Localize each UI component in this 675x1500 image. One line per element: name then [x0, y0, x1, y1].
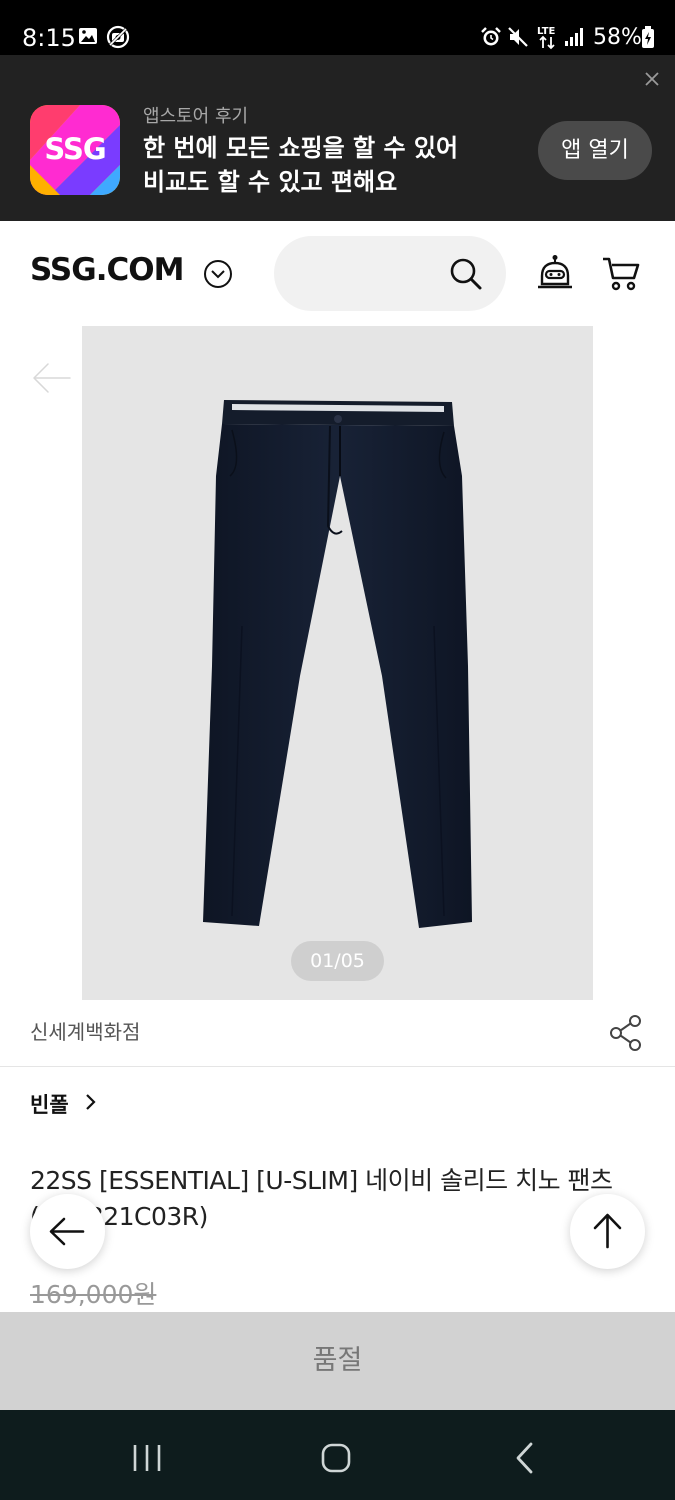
- gallery-icon: [79, 28, 97, 44]
- battery-percent: 58%: [593, 25, 642, 50]
- home-icon[interactable]: [320, 1442, 352, 1474]
- product-page: 8:15 LTE 58% SSG 앱스토어 후기 한 번에 모든 쇼핑을 할 수…: [0, 0, 675, 1500]
- back-fab-button[interactable]: [30, 1194, 105, 1269]
- arrow-left-icon: [49, 1217, 85, 1246]
- chatbot-icon[interactable]: [537, 254, 573, 292]
- store-name[interactable]: 신세계백화점: [30, 1016, 140, 1045]
- search-icon[interactable]: [448, 256, 484, 292]
- site-logo[interactable]: SSG.COM: [30, 252, 184, 288]
- ssg-app-logo: SSG: [30, 105, 120, 195]
- product-title: 22SS [ESSENTIAL] [U-SLIM] 네이비 솔리드 치노 팬츠(…: [30, 1166, 613, 1231]
- cart-icon[interactable]: [601, 256, 641, 292]
- site-header: SSG.COM: [0, 221, 675, 325]
- brand-link[interactable]: 빈폴: [30, 1089, 69, 1119]
- sold-out-button[interactable]: 품절: [0, 1312, 675, 1410]
- status-bar: 8:15 LTE 58%: [0, 0, 675, 55]
- app-install-banner: SSG 앱스토어 후기 한 번에 모든 쇼핑을 할 수 있어 비교도 할 수 있…: [0, 55, 675, 221]
- share-icon[interactable]: [608, 1014, 644, 1052]
- scroll-top-button[interactable]: [570, 1194, 645, 1269]
- alarm-icon: [481, 27, 501, 46]
- banner-headline: 한 번에 모든 쇼핑을 할 수 있어 비교도 할 수 있고 편해요: [143, 131, 458, 199]
- product-image[interactable]: 01/05: [82, 326, 593, 1000]
- nav-back-icon[interactable]: [512, 1441, 536, 1475]
- status-time: 8:15: [22, 24, 76, 52]
- signal-icon: [565, 28, 583, 46]
- back-arrow-icon[interactable]: [30, 358, 74, 398]
- chevron-right-icon[interactable]: [83, 1092, 99, 1112]
- banner-headline-line2: 비교도 할 수 있고 편해요: [143, 168, 398, 196]
- battery-icon: [642, 26, 654, 48]
- no-camera-icon: [106, 25, 130, 49]
- product-price: 169,000원: [30, 1280, 157, 1309]
- android-nav-bar: [0, 1410, 675, 1500]
- open-app-button[interactable]: 앱 열기: [538, 121, 652, 180]
- chevron-down-icon[interactable]: [203, 259, 233, 289]
- arrow-up-icon: [593, 1213, 622, 1249]
- image-counter: 01/05: [291, 941, 384, 981]
- divider: [0, 1066, 675, 1067]
- mute-icon: [508, 27, 528, 47]
- logo-text: SSG: [44, 132, 106, 166]
- close-icon[interactable]: [641, 68, 663, 90]
- svg-text:LTE: LTE: [537, 26, 556, 37]
- banner-headline-line1: 한 번에 모든 쇼핑을 할 수 있어: [143, 134, 459, 162]
- search-input[interactable]: [274, 236, 506, 311]
- lte-icon: LTE: [537, 26, 556, 50]
- pants-image: [82, 326, 593, 1000]
- recent-apps-icon[interactable]: [131, 1443, 163, 1473]
- banner-subtitle: 앱스토어 후기: [143, 106, 249, 127]
